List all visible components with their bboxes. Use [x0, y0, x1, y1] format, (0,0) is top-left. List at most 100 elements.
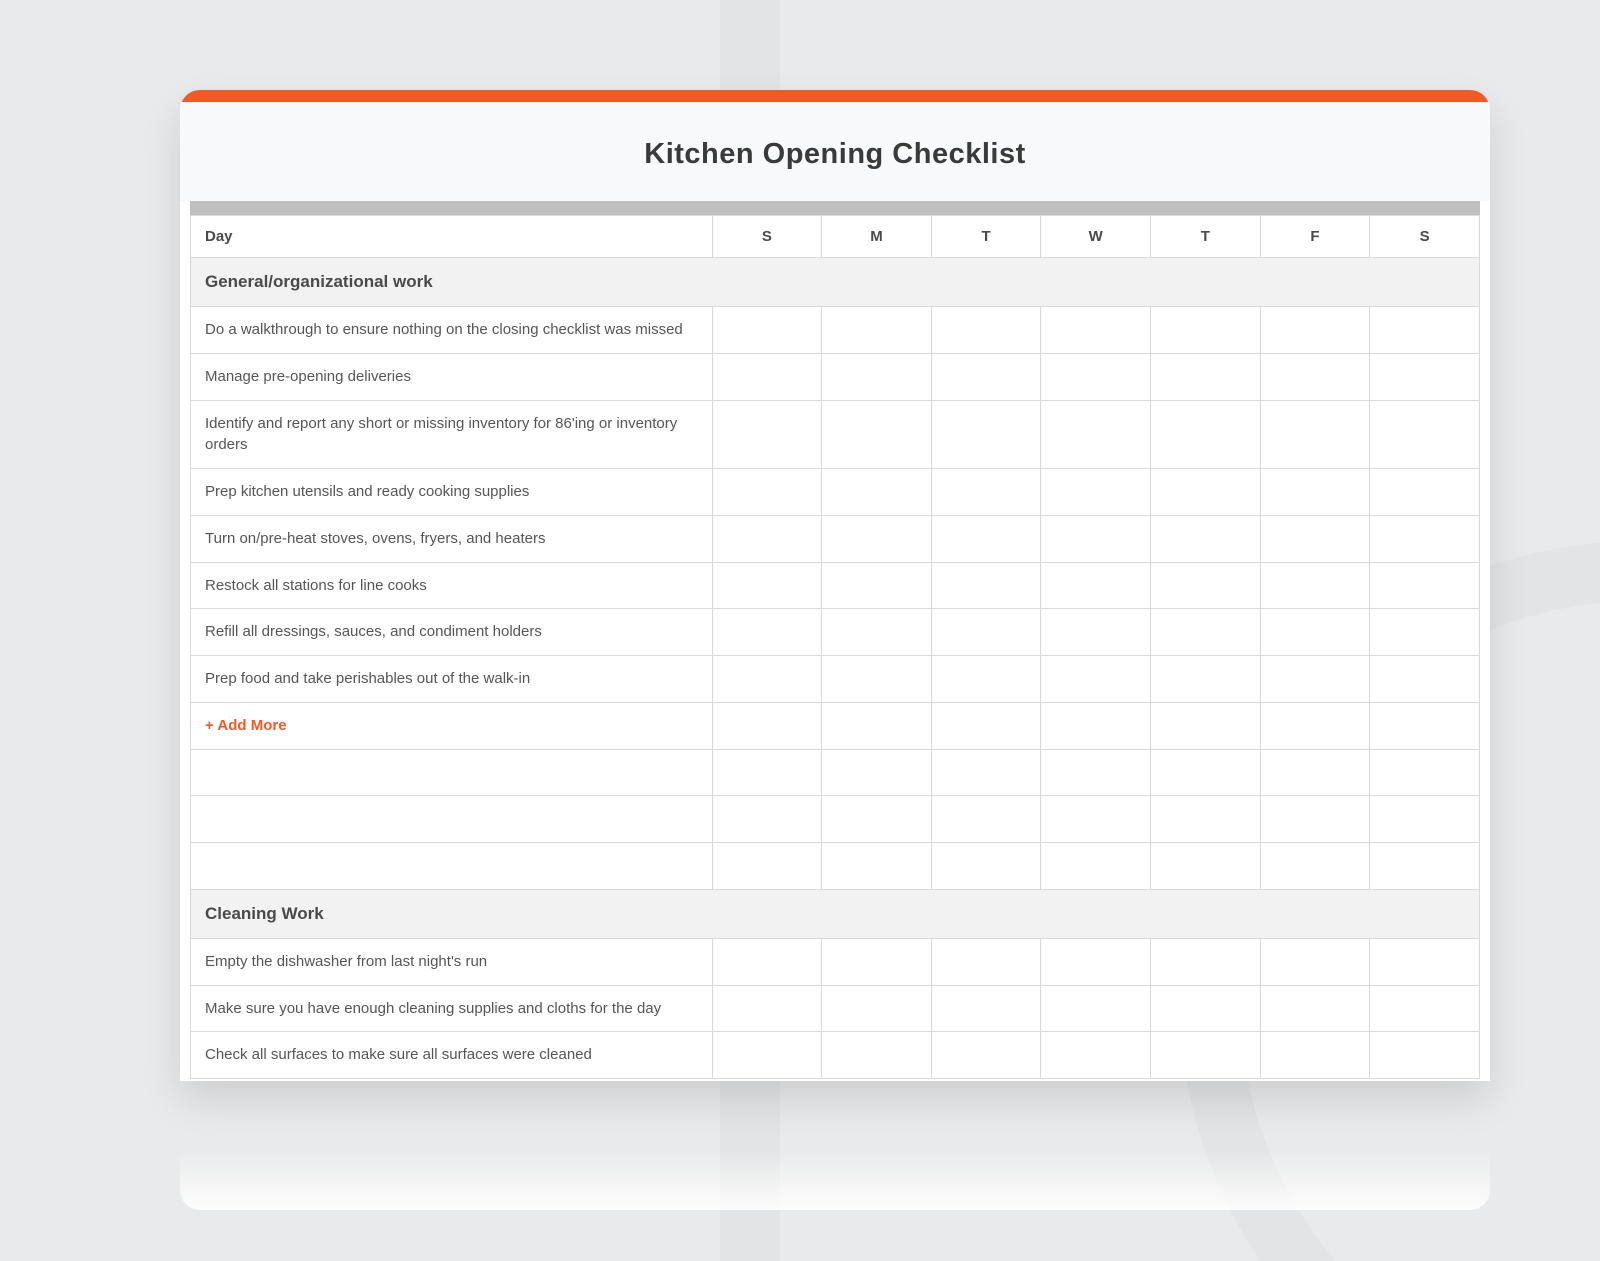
day-cell[interactable]	[931, 562, 1041, 609]
day-cell[interactable]	[1151, 843, 1261, 890]
day-cell[interactable]	[931, 985, 1041, 1032]
day-cell[interactable]	[822, 985, 932, 1032]
day-cell[interactable]	[931, 515, 1041, 562]
day-cell[interactable]	[931, 749, 1041, 796]
day-cell[interactable]	[712, 562, 822, 609]
day-cell[interactable]	[1151, 656, 1261, 703]
day-cell[interactable]	[1260, 469, 1370, 516]
day-cell[interactable]	[1041, 353, 1151, 400]
day-cell[interactable]	[1370, 307, 1480, 354]
day-cell[interactable]	[1370, 656, 1480, 703]
day-cell[interactable]	[1370, 469, 1480, 516]
day-cell[interactable]	[1041, 796, 1151, 843]
day-cell[interactable]	[931, 400, 1041, 469]
day-cell[interactable]	[712, 353, 822, 400]
blank-task-cell[interactable]	[191, 843, 713, 890]
day-cell[interactable]	[1041, 938, 1151, 985]
day-cell[interactable]	[931, 307, 1041, 354]
day-cell[interactable]	[1151, 749, 1261, 796]
day-cell[interactable]	[931, 469, 1041, 516]
day-cell[interactable]	[822, 400, 932, 469]
day-cell[interactable]	[1370, 400, 1480, 469]
day-cell[interactable]	[1260, 515, 1370, 562]
day-cell[interactable]	[1151, 469, 1261, 516]
day-cell[interactable]	[1151, 609, 1261, 656]
day-cell[interactable]	[931, 938, 1041, 985]
day-cell[interactable]	[822, 656, 932, 703]
day-cell[interactable]	[1041, 749, 1151, 796]
day-cell[interactable]	[1260, 985, 1370, 1032]
day-cell[interactable]	[1260, 796, 1370, 843]
day-cell[interactable]	[1041, 400, 1151, 469]
day-cell[interactable]	[712, 400, 822, 469]
day-cell[interactable]	[1260, 843, 1370, 890]
day-cell[interactable]	[712, 843, 822, 890]
day-cell[interactable]	[1041, 702, 1151, 749]
day-cell[interactable]	[1041, 843, 1151, 890]
day-cell[interactable]	[1041, 656, 1151, 703]
day-cell[interactable]	[1260, 1032, 1370, 1079]
day-cell[interactable]	[712, 307, 822, 354]
day-cell[interactable]	[1260, 656, 1370, 703]
blank-task-cell[interactable]	[191, 796, 713, 843]
day-cell[interactable]	[931, 609, 1041, 656]
day-cell[interactable]	[931, 796, 1041, 843]
day-cell[interactable]	[1260, 307, 1370, 354]
day-cell[interactable]	[1151, 307, 1261, 354]
day-cell[interactable]	[822, 353, 932, 400]
day-cell[interactable]	[1041, 1032, 1151, 1079]
day-cell[interactable]	[1151, 562, 1261, 609]
day-cell[interactable]	[1151, 796, 1261, 843]
day-cell[interactable]	[1370, 562, 1480, 609]
day-cell[interactable]	[822, 796, 932, 843]
day-cell[interactable]	[712, 469, 822, 516]
day-cell[interactable]	[712, 515, 822, 562]
day-cell[interactable]	[822, 749, 932, 796]
day-cell[interactable]	[1151, 938, 1261, 985]
day-cell[interactable]	[1041, 985, 1151, 1032]
day-cell[interactable]	[1260, 749, 1370, 796]
day-cell[interactable]	[712, 1032, 822, 1079]
day-cell[interactable]	[1370, 843, 1480, 890]
day-cell[interactable]	[1041, 562, 1151, 609]
day-cell[interactable]	[822, 938, 932, 985]
day-cell[interactable]	[712, 985, 822, 1032]
day-cell[interactable]	[1151, 515, 1261, 562]
day-cell[interactable]	[1260, 400, 1370, 469]
day-cell[interactable]	[712, 702, 822, 749]
day-cell[interactable]	[1151, 400, 1261, 469]
day-cell[interactable]	[822, 307, 932, 354]
day-cell[interactable]	[712, 749, 822, 796]
day-cell[interactable]	[712, 656, 822, 703]
day-cell[interactable]	[1041, 307, 1151, 354]
blank-task-cell[interactable]	[191, 749, 713, 796]
day-cell[interactable]	[1151, 353, 1261, 400]
day-cell[interactable]	[822, 702, 932, 749]
day-cell[interactable]	[712, 938, 822, 985]
day-cell[interactable]	[1041, 515, 1151, 562]
day-cell[interactable]	[1041, 469, 1151, 516]
day-cell[interactable]	[1260, 702, 1370, 749]
day-cell[interactable]	[931, 353, 1041, 400]
day-cell[interactable]	[1151, 985, 1261, 1032]
day-cell[interactable]	[1370, 515, 1480, 562]
day-cell[interactable]	[1370, 353, 1480, 400]
day-cell[interactable]	[712, 796, 822, 843]
day-cell[interactable]	[822, 1032, 932, 1079]
add-more-button[interactable]: + Add More	[205, 717, 287, 734]
day-cell[interactable]	[1260, 609, 1370, 656]
day-cell[interactable]	[1370, 609, 1480, 656]
day-cell[interactable]	[1151, 702, 1261, 749]
day-cell[interactable]	[822, 843, 932, 890]
day-cell[interactable]	[931, 1032, 1041, 1079]
day-cell[interactable]	[822, 469, 932, 516]
day-cell[interactable]	[1370, 796, 1480, 843]
day-cell[interactable]	[1260, 353, 1370, 400]
day-cell[interactable]	[1370, 985, 1480, 1032]
day-cell[interactable]	[822, 609, 932, 656]
day-cell[interactable]	[1370, 749, 1480, 796]
day-cell[interactable]	[931, 656, 1041, 703]
day-cell[interactable]	[931, 843, 1041, 890]
day-cell[interactable]	[1370, 938, 1480, 985]
day-cell[interactable]	[822, 562, 932, 609]
